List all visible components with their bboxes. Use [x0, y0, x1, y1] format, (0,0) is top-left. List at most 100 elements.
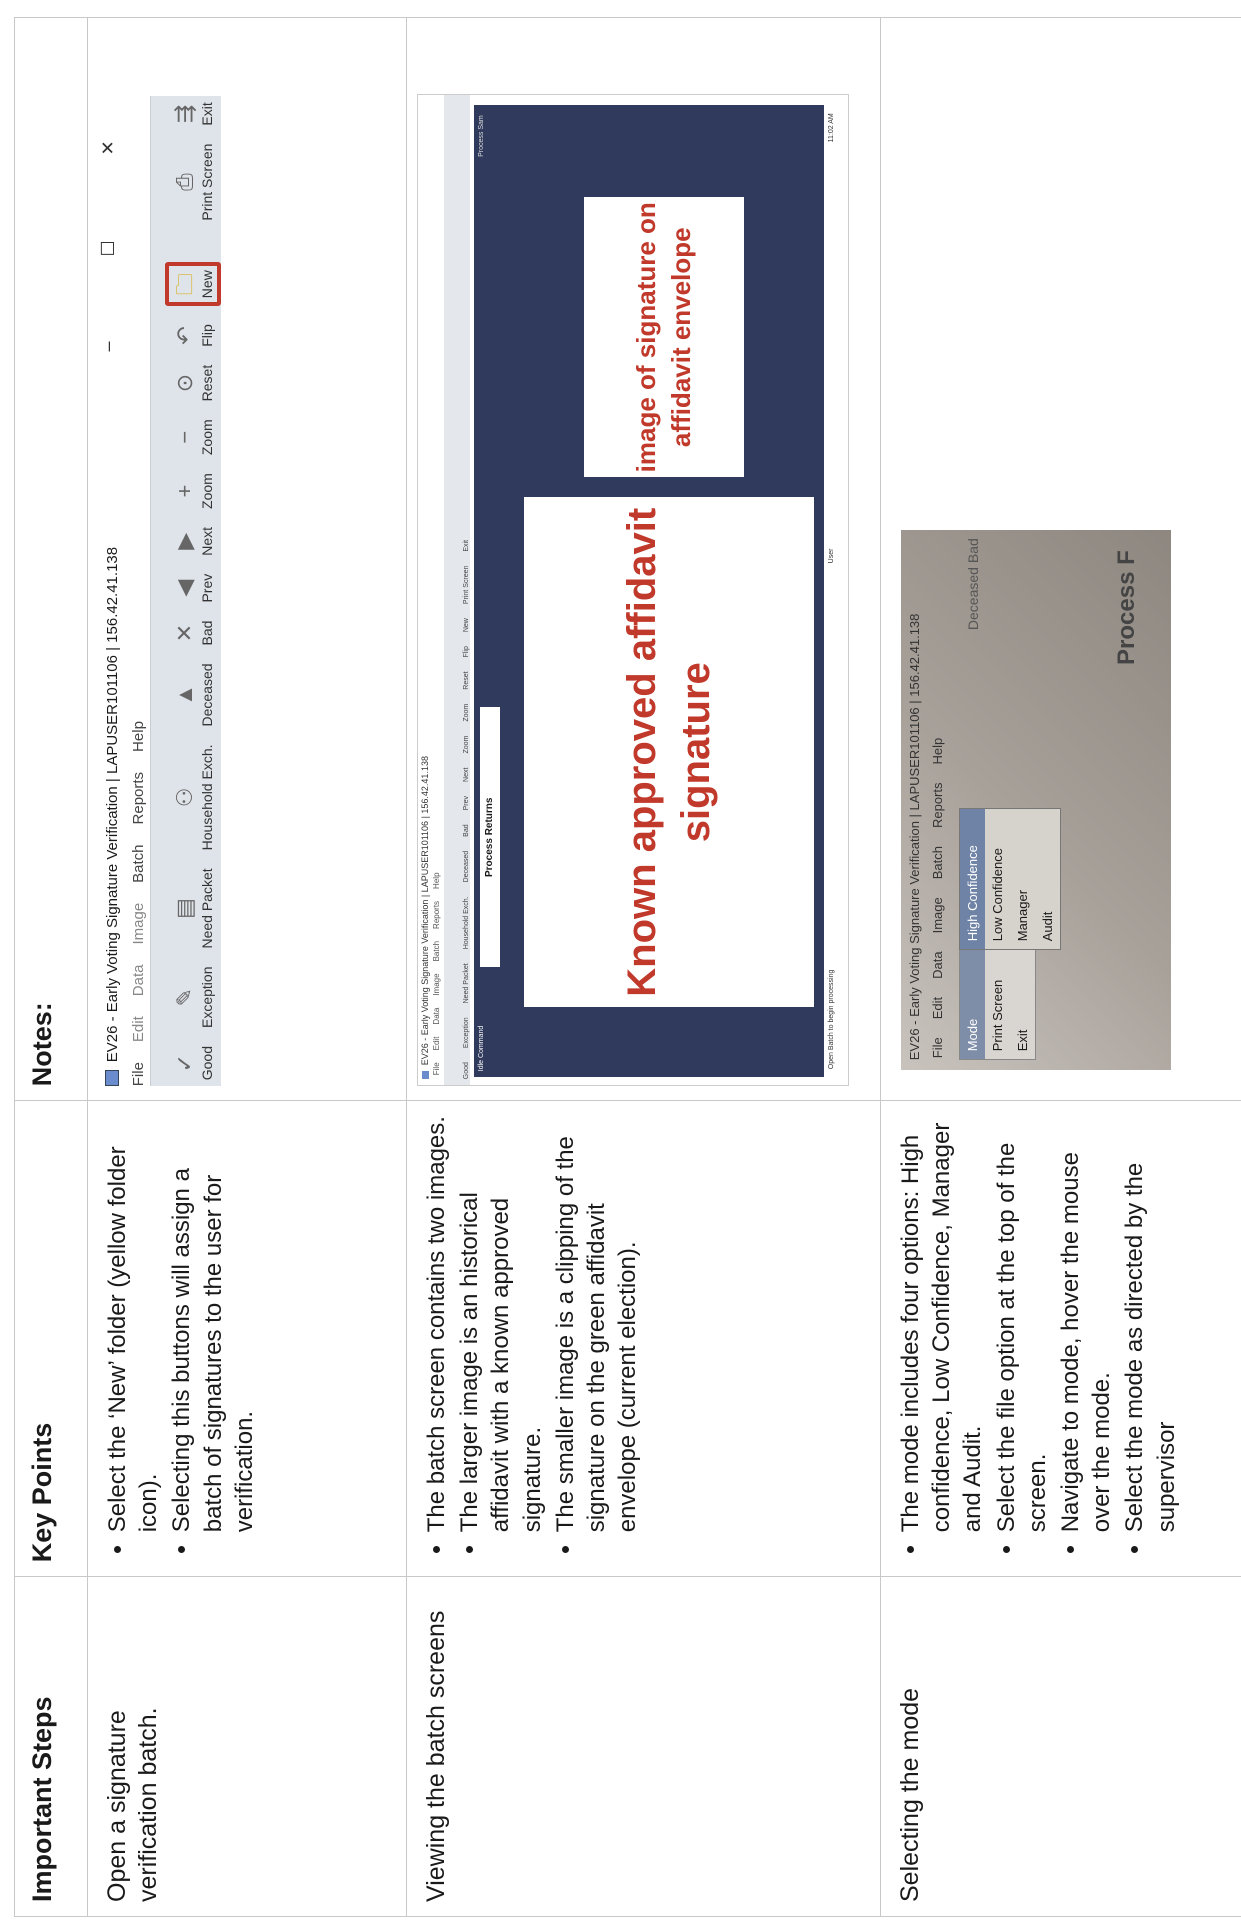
- menu-item-manager[interactable]: Manager: [1010, 809, 1035, 949]
- new-button[interactable]: New: [463, 618, 470, 632]
- list-item: The larger image is an historical affida…: [454, 1111, 548, 1532]
- list-item: The mode includes four options: High con…: [895, 1111, 989, 1533]
- exit-button[interactable]: ⇶ Exit: [171, 102, 221, 125]
- file-menu-dropdown: Mode Print Screen Exit: [959, 948, 1036, 1061]
- deceased-button[interactable]: Deceased: [463, 851, 470, 883]
- menu-data[interactable]: Data: [130, 965, 147, 997]
- menu-bar: File Edit Data Image Batch Reports Help: [928, 530, 947, 1070]
- step-cell: Selecting the mode: [880, 1576, 1241, 1917]
- header-important-steps: Important Steps: [14, 1576, 88, 1917]
- window-title: EV26 - Early Voting Signature Verificati…: [418, 95, 432, 1085]
- toolbar: ✓ Good ✎ Exception ▤ Need Packet ⚇ Household…: [150, 96, 221, 1087]
- mode-submenu: High Confidence Low Confidence Manager A…: [959, 808, 1061, 951]
- menu-item-print-screen[interactable]: Print Screen: [985, 949, 1010, 1059]
- flip-button[interactable]: ↶ Flip: [171, 324, 221, 347]
- header-key-points: Key Points: [14, 1100, 88, 1577]
- status-user: User: [828, 548, 835, 564]
- zoom-out-button[interactable]: − Zoom: [171, 419, 221, 455]
- minus-icon: −: [172, 430, 197, 444]
- list-item: Select the mode as directed by the super…: [1119, 1111, 1181, 1533]
- menu-image[interactable]: Image: [432, 973, 444, 995]
- menu-image[interactable]: Image: [930, 897, 945, 933]
- menu-file[interactable]: File: [130, 1062, 147, 1086]
- deceased-button[interactable]: ▲ Deceased: [171, 663, 221, 726]
- key-points-cell: The batch screen contains two images. Th…: [406, 1100, 881, 1577]
- next-button[interactable]: Next: [463, 768, 470, 782]
- zoom-in-button[interactable]: + Zoom: [171, 473, 221, 509]
- menu-reports[interactable]: Reports: [930, 783, 945, 829]
- menu-help[interactable]: Help: [130, 721, 147, 752]
- need-packet-button[interactable]: ▤ Need Packet: [171, 868, 221, 948]
- menu-item-high-confidence[interactable]: High Confidence: [960, 809, 985, 950]
- menu-edit[interactable]: Edit: [130, 1016, 147, 1042]
- next-icon: ▶: [172, 532, 197, 550]
- table-row: Selecting the mode The mode includes fou…: [880, 17, 1241, 1917]
- zoom-in-button[interactable]: Zoom: [463, 736, 470, 754]
- household-exch-button[interactable]: Household Exch.: [463, 896, 470, 949]
- reset-button[interactable]: Reset: [463, 671, 470, 689]
- menu-image[interactable]: Image: [130, 903, 147, 945]
- menu-batch[interactable]: Batch: [432, 941, 444, 961]
- process-returns-field[interactable]: Process Returns: [480, 707, 500, 968]
- window-controls[interactable]: – ☐ ✕: [98, 100, 119, 351]
- bad-button[interactable]: ✕ Bad: [171, 621, 221, 646]
- app-icon: [105, 1070, 119, 1087]
- menu-data[interactable]: Data: [930, 951, 945, 978]
- prev-button[interactable]: Prev: [463, 796, 470, 810]
- step-cell: Viewing the batch screens: [406, 1576, 881, 1917]
- folder-icon: 🗀: [172, 273, 197, 296]
- menu-edit[interactable]: Edit: [930, 997, 945, 1019]
- window-title: EV26 - Early Voting Signature Verificati…: [907, 613, 922, 1061]
- process-label: Process F: [1113, 550, 1140, 665]
- envelope-signature-image: image of signature on affidavit envelope: [584, 197, 744, 478]
- household-exch-button[interactable]: ⚇ Household Exch.: [171, 745, 221, 851]
- need-packet-button[interactable]: Need Packet: [463, 963, 470, 1003]
- menu-edit[interactable]: Edit: [432, 1037, 444, 1051]
- menu-item-mode[interactable]: Mode: [960, 949, 985, 1060]
- menu-help[interactable]: Help: [432, 872, 444, 888]
- table-row: Open a signature verification batch. Sel…: [87, 17, 407, 1917]
- menu-item-exit[interactable]: Exit: [1010, 949, 1035, 1059]
- list-item: Select the ‘New’ folder (yellow folder i…: [102, 1111, 164, 1532]
- new-button[interactable]: 🗀 New: [165, 262, 221, 307]
- tombstone-icon: ▲: [172, 684, 197, 706]
- menu-item-audit[interactable]: Audit: [1035, 809, 1060, 949]
- print-screen-button[interactable]: Print Screen: [463, 566, 470, 605]
- print-screen-button[interactable]: ⎙ Print Screen: [171, 144, 221, 221]
- bad-button[interactable]: Bad: [463, 824, 470, 836]
- list-item: The smaller image is a clipping of the s…: [550, 1111, 644, 1532]
- header-notes: Notes:: [14, 17, 88, 1101]
- status-bar: Open Batch to begin processing User 11:0…: [828, 105, 844, 1077]
- notes-cell: EV26 - Early Voting Signature Verificati…: [87, 17, 407, 1101]
- key-points-cell: The mode includes four options: High con…: [880, 1100, 1241, 1577]
- menu-reports[interactable]: Reports: [130, 772, 147, 825]
- menu-item-low-confidence[interactable]: Low Confidence: [985, 809, 1010, 949]
- menu-file[interactable]: File: [930, 1037, 945, 1058]
- menu-help[interactable]: Help: [930, 738, 945, 765]
- menu-file[interactable]: File: [432, 1062, 444, 1075]
- exception-button[interactable]: ✎ Exception: [171, 967, 221, 1028]
- pen-icon: ✎: [172, 988, 197, 1007]
- menu-reports[interactable]: Reports: [432, 901, 444, 929]
- idle-command-label: Idle Command: [478, 1025, 485, 1072]
- printer-icon: ⎙: [172, 173, 197, 191]
- key-points-list: Select the ‘New’ folder (yellow folder i…: [102, 1111, 260, 1566]
- key-points-list: The batch screen contains two images. Th…: [421, 1111, 643, 1566]
- menu-batch[interactable]: Batch: [930, 846, 945, 879]
- prev-button[interactable]: ◀ Prev: [171, 574, 221, 603]
- list-item: The batch screen contains two images.: [421, 1111, 452, 1532]
- next-button[interactable]: ▶ Next: [171, 527, 221, 556]
- key-points-list: The mode includes four options: High con…: [895, 1111, 1182, 1566]
- flip-button[interactable]: Flip: [463, 646, 470, 657]
- reset-button[interactable]: ⊙ Reset: [171, 365, 221, 402]
- menu-data[interactable]: Data: [432, 1008, 444, 1025]
- good-button[interactable]: Good: [463, 1062, 470, 1079]
- exit-button[interactable]: Exit: [463, 540, 470, 552]
- zoom-out-button[interactable]: Zoom: [463, 704, 470, 722]
- exception-button[interactable]: Exception: [463, 1017, 470, 1048]
- list-item: Select the file option at the top of the…: [991, 1111, 1053, 1533]
- window-title: EV26 - Early Voting Signature Verificati…: [98, 96, 126, 1087]
- menu-batch[interactable]: Batch: [130, 844, 147, 882]
- good-button[interactable]: ✓ Good: [171, 1046, 221, 1080]
- packet-icon: ▤: [172, 898, 197, 919]
